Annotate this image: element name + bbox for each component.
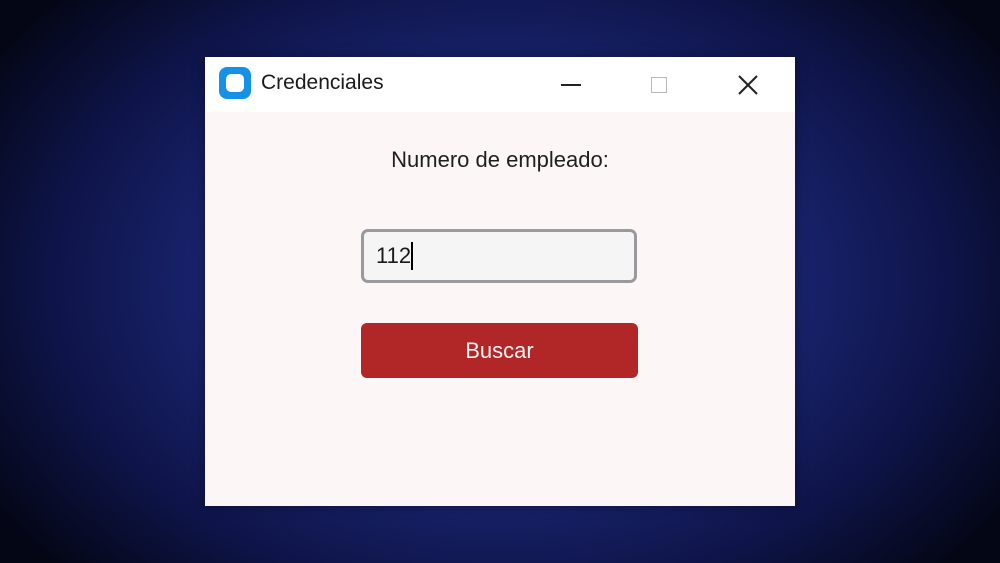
minimize-icon: [561, 84, 581, 86]
close-icon: [738, 74, 758, 95]
minimize-button[interactable]: [531, 57, 611, 112]
search-button[interactable]: Buscar: [361, 323, 638, 378]
title-bar[interactable]: Credenciales: [205, 57, 795, 112]
employee-number-value: 112: [376, 243, 412, 268]
close-button[interactable]: [708, 57, 788, 112]
app-icon: [219, 67, 251, 99]
maximize-icon: [651, 76, 667, 93]
employee-number-input[interactable]: 112: [361, 229, 637, 283]
text-caret: [411, 242, 414, 270]
credentials-window: Credenciales Numero de empleado: 112 Bus…: [205, 57, 795, 506]
employee-number-label: Numero de empleado:: [391, 147, 609, 172]
window-title: Credenciales: [261, 71, 384, 94]
maximize-button[interactable]: [619, 57, 699, 112]
